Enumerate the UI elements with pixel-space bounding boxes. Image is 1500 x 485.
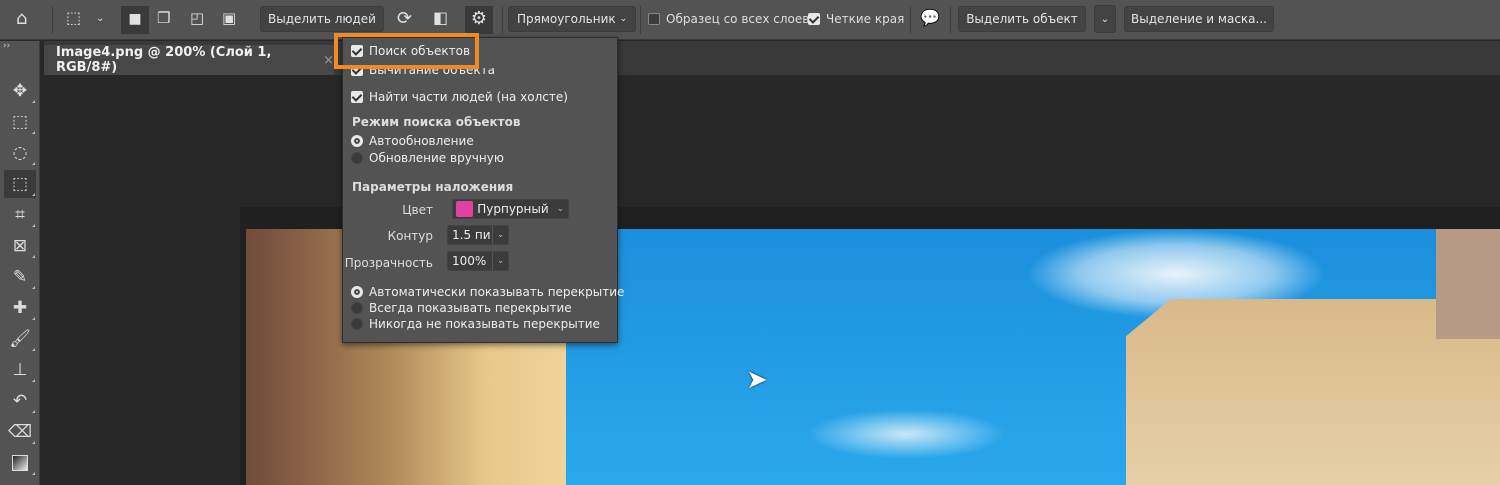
mode-option-auto[interactable]: Автообновление [351,134,474,148]
mode-select-value: Прямоугольник [517,12,616,26]
overlay-toggle-icon[interactable]: ◧ [433,10,448,26]
divider [950,6,951,34]
show-option-label: Всегда показывать перекрытие [369,301,572,315]
select-subject-dropdown[interactable]: ⌄ [1094,5,1116,33]
radio-icon [351,302,363,314]
sample-all-layers-label: Образец со всех слоев [666,12,810,26]
refresh-icon[interactable]: ⟳ [397,10,412,28]
select-and-mask-label: Выделение и маска... [1131,12,1267,26]
chevron-down-icon: ⌄ [556,204,565,214]
marquee-tool-icon[interactable]: ⬚ [4,108,36,136]
cloud [806,409,1006,459]
divider [502,6,503,34]
move-tool-icon[interactable]: ✥ [4,77,36,105]
home-icon[interactable]: ⌂ [16,10,27,28]
document-tab-title: Image4.png @ 200% (Слой 1, RGB/8#) [56,45,272,75]
show-option-label: Автоматически показывать перекрытие [369,285,625,299]
select-people-label: Выделить людей [268,12,376,26]
select-and-mask-button[interactable]: Выделение и маска... [1124,6,1274,32]
show-option-never[interactable]: Никогда не показывать перекрытие [351,317,600,331]
intersect-selection-icon[interactable]: ▣ [222,11,236,26]
sample-all-layers-checkbox[interactable]: Образец со всех слоев [648,12,809,26]
close-icon[interactable]: × [323,53,334,68]
expand-icon[interactable]: ›› [3,41,10,51]
highlight-annotation [334,33,479,69]
color-value: Пурпурный [477,202,549,216]
opacity-label: Прозрачность [344,256,433,270]
mode-option-label: Автообновление [369,134,474,148]
mode-select[interactable]: Прямоугольник ⌄ [508,6,636,32]
opacity-value: 100% [452,254,487,268]
divider [910,6,911,34]
quick-selection-tool-icon[interactable]: ◌ [4,139,36,167]
mode-heading: Режим поиска объектов [352,115,521,129]
outline-value: 1.5 пи [452,228,491,242]
radio-icon [351,318,363,330]
mode-option-manual[interactable]: Обновление вручную [351,151,504,165]
mouse-cursor-icon: ➤ [746,365,768,395]
object-selection-tool-icon[interactable]: ⬚ [66,10,81,26]
radio-icon [351,135,363,147]
checkbox-icon [808,13,820,25]
show-option-label: Никогда не показывать перекрытие [369,317,600,331]
crop-tool-icon[interactable]: ⌗ [4,201,36,229]
gear-icon[interactable]: ⚙ [465,6,493,34]
chevron-down-icon: ⌄ [492,226,508,244]
history-brush-tool-icon[interactable]: ↶ [4,387,36,415]
color-swatch [456,201,474,217]
subtract-selection-icon[interactable]: ◰ [190,11,204,26]
find-people-parts-label: Найти части людей (на холсте) [369,90,568,104]
radio-icon [351,152,363,164]
show-option-always[interactable]: Всегда показывать перекрытие [351,301,572,315]
select-subject-button[interactable]: Выделить объект [958,6,1086,32]
divider [52,6,53,34]
eyedropper-tool-icon[interactable]: ✎ [4,263,36,291]
chevron-down-icon[interactable]: ⌄ [96,14,104,24]
radio-icon [351,286,363,298]
frame-tool-icon[interactable]: ⊠ [4,232,36,260]
chevron-down-icon: ⌄ [619,14,627,24]
new-selection-icon[interactable]: ■ [121,6,149,34]
overlay-heading: Параметры наложения [352,180,514,194]
eraser-tool-icon[interactable]: ⌫ [4,418,36,446]
divider [640,6,641,34]
add-selection-icon[interactable]: ❐ [157,11,170,26]
chevron-down-icon: ⌄ [1100,13,1110,25]
outline-label: Контур [387,229,433,243]
checkbox-icon [648,13,660,25]
tools-panel: ›› ✥ ⬚ ◌ ⬚ ⌗ ⊠ ✎ ✚ 🖌 ⊥ ↶ ⌫ [0,41,40,485]
mode-option-label: Обновление вручную [369,151,504,165]
options-bar: ⌂ ⬚ ⌄ ■ ❐ ◰ ▣ Выделить людей ⟳ ◧ ⚙ Прямо… [0,0,1500,40]
opacity-select[interactable]: 100% ⌄ [447,251,509,271]
outline-select[interactable]: 1.5 пи ⌄ [447,225,509,245]
chevron-down-icon: ⌄ [492,252,508,270]
document-tab[interactable]: Image4.png @ 200% (Слой 1, RGB/8#) × [44,45,334,75]
right-building-top [1436,229,1500,339]
checkbox-icon [351,91,363,103]
object-selection-tool-icon[interactable]: ⬚ [4,170,36,198]
object-finder-settings-popup: Поиск объектов Вычитание объекта Найти ч… [342,37,624,343]
color-label: Цвет [402,203,433,217]
healing-brush-tool-icon[interactable]: ✚ [4,294,36,322]
show-option-auto[interactable]: Автоматически показывать перекрытие [351,285,624,299]
clone-stamp-tool-icon[interactable]: ⊥ [4,356,36,384]
gradient-tool-icon[interactable] [4,449,36,477]
document-tabs: Image4.png @ 200% (Слой 1, RGB/8#) × [44,41,1500,75]
hard-edge-checkbox[interactable]: Четкие края [808,12,904,26]
color-select[interactable]: Пурпурный ⌄ [452,199,569,219]
feedback-icon[interactable]: 💬 [920,10,940,26]
brush-tool-icon[interactable]: 🖌 [4,325,36,353]
find-people-parts-checkbox[interactable]: Найти части людей (на холсте) [351,90,568,104]
select-people-button[interactable]: Выделить людей [260,6,384,32]
hard-edge-label: Четкие края [826,12,905,26]
select-subject-label: Выделить объект [966,12,1078,26]
